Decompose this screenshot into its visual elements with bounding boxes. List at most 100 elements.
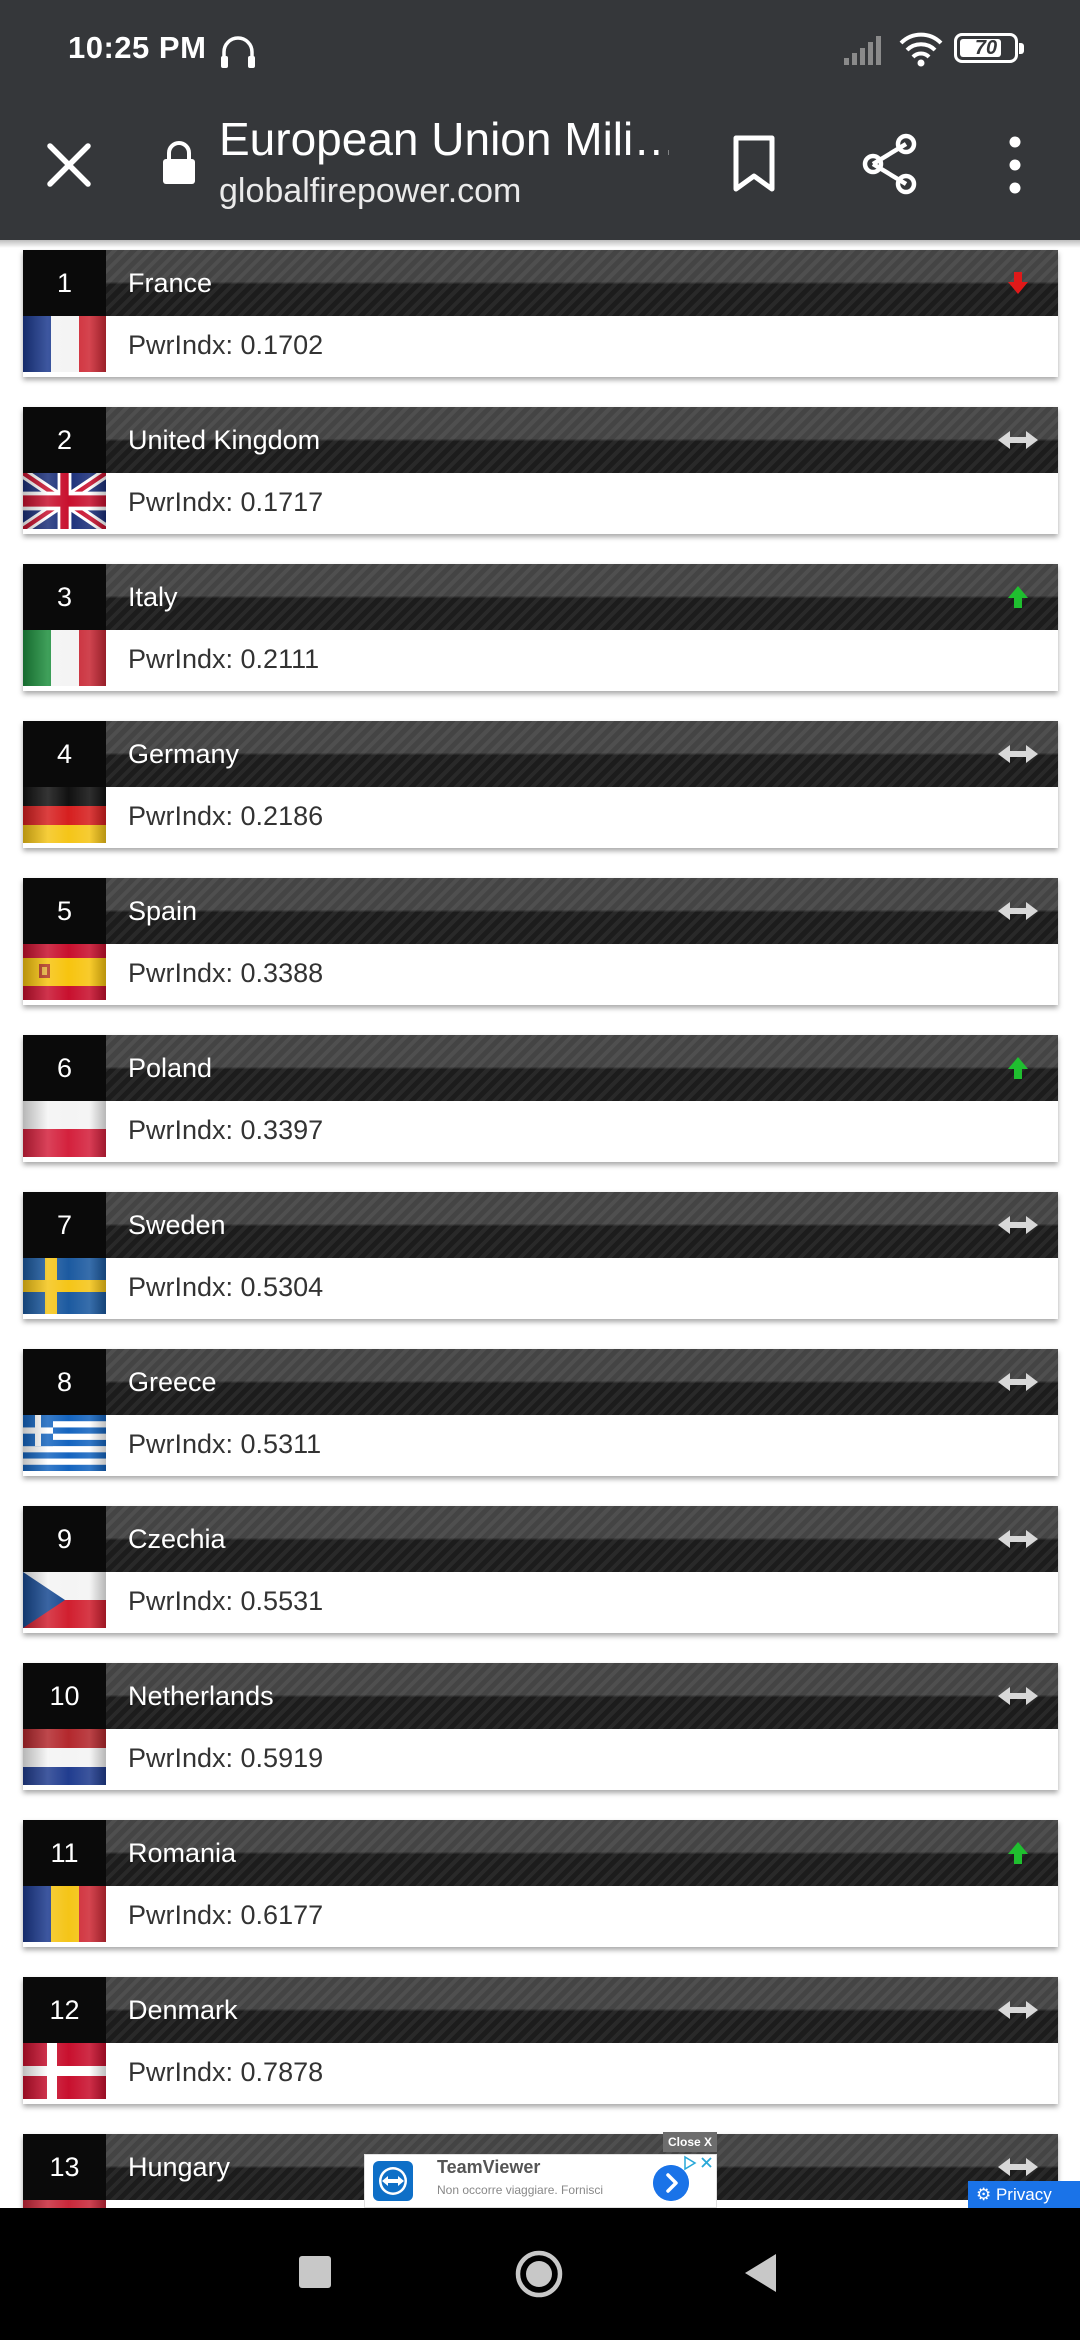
status-time: 10:25 PM — [68, 30, 207, 65]
privacy-label: Privacy — [995, 2185, 1052, 2204]
rank-card[interactable]: 6 Poland PwrIndx: 0.3397 — [23, 1035, 1058, 1162]
rank-card-header: 9 Czechia — [23, 1506, 1058, 1572]
headphone-icon — [221, 36, 255, 68]
recents-icon[interactable] — [299, 2256, 331, 2288]
rank-card[interactable]: 8 Greece PwrIndx: 0.5311 — [23, 1349, 1058, 1476]
more-vert-icon[interactable] — [1000, 132, 1030, 198]
trend-neutral-icon — [996, 898, 1040, 924]
rank-card[interactable]: 1 France PwrIndx: 0.1702 — [23, 250, 1058, 377]
privacy-button[interactable]: ⚙ Privacy — [968, 2181, 1080, 2208]
rank-number: 13 — [23, 2134, 106, 2200]
country-name[interactable]: Denmark — [128, 1977, 238, 2043]
country-name[interactable]: Romania — [128, 1820, 236, 1886]
trend-neutral-icon — [996, 2154, 1040, 2180]
rank-number: 1 — [23, 250, 106, 316]
rank-number: 9 — [23, 1506, 106, 1572]
page-title[interactable]: European Union Mili… — [219, 112, 669, 166]
rank-card[interactable]: 9 Czechia PwrIndx: 0.5531 — [23, 1506, 1058, 1633]
battery-level: 70 — [974, 36, 998, 59]
rank-card[interactable]: 12 Denmark PwrIndx: 0.7878 — [23, 1977, 1058, 2104]
country-name[interactable]: France — [128, 250, 212, 316]
ad-title: TeamViewer — [437, 2157, 541, 2177]
page-domain[interactable]: globalfirepower.com — [219, 172, 521, 211]
germany-flag-icon — [23, 787, 106, 843]
power-index: PwrIndx: 0.7878 — [128, 2057, 324, 2087]
trend-neutral-icon — [996, 1526, 1040, 1552]
bookmark-icon[interactable] — [728, 134, 780, 194]
rank-number: 8 — [23, 1349, 106, 1415]
power-index: PwrIndx: 0.1702 — [128, 330, 324, 360]
gear-icon: ⚙ — [976, 2185, 996, 2204]
rank-card[interactable]: 2 United Kingdom PwrIndx: 0.1717 — [23, 407, 1058, 534]
country-name[interactable]: Poland — [128, 1035, 212, 1101]
czechia-flag-icon — [23, 1572, 106, 1628]
rank-card[interactable]: 10 Netherlands PwrIndx: 0.5919 — [23, 1663, 1058, 1790]
back-icon[interactable] — [742, 2252, 778, 2294]
trend-up-icon — [996, 1055, 1040, 1081]
rank-number: 4 — [23, 721, 106, 787]
country-name[interactable]: Greece — [128, 1349, 217, 1415]
trend-down-icon — [996, 270, 1040, 296]
italy-flag-icon — [23, 630, 106, 686]
teamviewer-logo-icon — [373, 2161, 413, 2201]
rank-card-header: 10 Netherlands — [23, 1663, 1058, 1729]
country-name[interactable]: Germany — [128, 721, 239, 787]
country-name[interactable]: Spain — [128, 878, 197, 944]
rank-card-header: 1 France — [23, 250, 1058, 316]
ad-banner[interactable]: TeamViewer Non occorre viaggiare. Fornis… — [364, 2154, 717, 2208]
rank-card-header: 6 Poland — [23, 1035, 1058, 1101]
battery-icon: 70 — [954, 33, 1024, 63]
power-index: PwrIndx: 0.6177 — [128, 1900, 324, 1930]
power-index: PwrIndx: 0.5531 — [128, 1586, 324, 1616]
trend-neutral-icon — [996, 1369, 1040, 1395]
status-bar: 10:25 PM 70 — [0, 0, 1080, 100]
poland-flag-icon — [23, 1101, 106, 1157]
country-name[interactable]: United Kingdom — [128, 407, 320, 473]
country-name[interactable]: Sweden — [128, 1192, 226, 1258]
toolbar-shadow — [0, 240, 1080, 248]
rank-card[interactable]: 3 Italy PwrIndx: 0.2111 — [23, 564, 1058, 691]
power-index: PwrIndx: 0.2186 — [128, 801, 324, 831]
power-index: PwrIndx: 0.5311 — [128, 1429, 322, 1459]
trend-neutral-icon — [996, 1683, 1040, 1709]
rank-card-header: 4 Germany — [23, 721, 1058, 787]
rank-number: 12 — [23, 1977, 106, 2043]
rank-card-header: 8 Greece — [23, 1349, 1058, 1415]
rank-card[interactable]: 7 Sweden PwrIndx: 0.5304 — [23, 1192, 1058, 1319]
netherlands-flag-icon — [23, 1729, 106, 1785]
rank-card[interactable]: 11 Romania PwrIndx: 0.6177 — [23, 1820, 1058, 1947]
country-name[interactable]: Hungary — [128, 2134, 230, 2200]
trend-up-icon — [996, 1840, 1040, 1866]
rank-card-header: 7 Sweden — [23, 1192, 1058, 1258]
close-icon[interactable] — [40, 136, 98, 194]
rank-number: 7 — [23, 1192, 106, 1258]
uk-flag-icon — [23, 473, 106, 529]
adchoices-icon[interactable] — [682, 2155, 714, 2171]
country-name[interactable]: Czechia — [128, 1506, 226, 1572]
rank-card-header: 5 Spain — [23, 878, 1058, 944]
country-name[interactable]: Italy — [128, 564, 178, 630]
trend-neutral-icon — [996, 427, 1040, 453]
rank-card-header: 2 United Kingdom — [23, 407, 1058, 473]
denmark-flag-icon — [23, 2043, 106, 2099]
power-index: PwrIndx: 0.2111 — [128, 644, 320, 674]
ad-close-button[interactable]: Close X — [663, 2132, 717, 2152]
wifi-icon — [899, 32, 943, 67]
rank-card[interactable]: 5 Spain PwrIndx: 0.3388 — [23, 878, 1058, 1005]
signal-icon — [844, 36, 881, 65]
trend-up-icon — [996, 584, 1040, 610]
ranking-list[interactable]: 1 France PwrIndx: 0.1702 2 United Kingdom Pwr… — [0, 240, 1080, 2208]
rank-card[interactable]: 4 Germany PwrIndx: 0.2186 — [23, 721, 1058, 848]
country-name[interactable]: Netherlands — [128, 1663, 274, 1729]
rank-number: 5 — [23, 878, 106, 944]
rank-number: 2 — [23, 407, 106, 473]
power-index: PwrIndx: 0.5919 — [128, 1743, 324, 1773]
ad-text: Non occorre viaggiare. Fornisci — [437, 2183, 604, 2197]
power-index: PwrIndx: 0.3397 — [128, 1115, 324, 1145]
lock-icon[interactable] — [160, 140, 198, 186]
home-icon[interactable] — [513, 2248, 565, 2300]
romania-flag-icon — [23, 1886, 106, 1942]
trend-neutral-icon — [996, 1997, 1040, 2023]
share-icon[interactable] — [860, 132, 920, 196]
france-flag-icon — [23, 316, 106, 372]
